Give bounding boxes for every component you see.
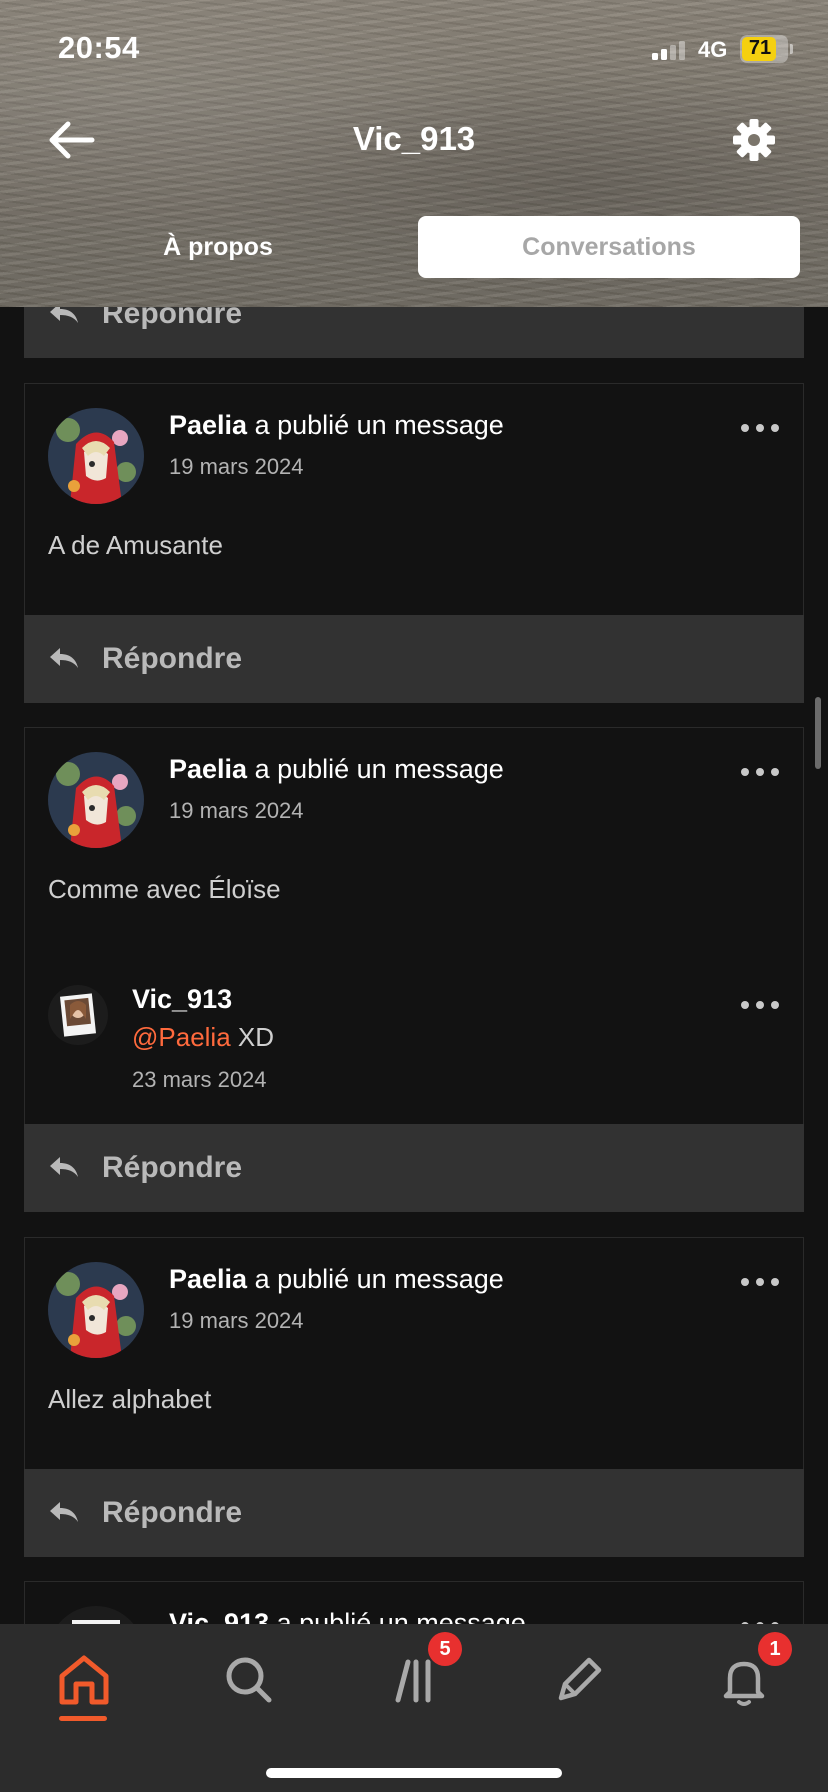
post-body: A de Amusante: [48, 530, 223, 560]
reply-button[interactable]: Répondre: [24, 615, 804, 703]
mention-link[interactable]: @Paelia: [132, 1022, 231, 1052]
app-root: Répondre Paelia a publié un message 19 m…: [0, 0, 828, 1792]
post-date: 19 mars 2024: [169, 1308, 304, 1333]
post-body: Allez alphabet: [48, 1384, 212, 1414]
reply-avatar[interactable]: [48, 985, 108, 1045]
home-icon[interactable]: [52, 1648, 116, 1712]
post-card: Paelia a publié un message 19 mars 2024 …: [24, 727, 804, 1124]
battery-level: 71: [748, 37, 772, 59]
post-author[interactable]: Paelia: [169, 410, 247, 440]
reply-icon: [50, 648, 78, 668]
tab-conversations[interactable]: Conversations: [418, 216, 800, 278]
avatar[interactable]: [48, 1262, 144, 1358]
avatar[interactable]: [48, 752, 144, 848]
post-author-line: Paelia a publié un message: [169, 1264, 504, 1295]
reply-date: 23 mars 2024: [132, 1067, 267, 1092]
network-label: 4G: [698, 37, 728, 62]
reply-text: XD: [237, 1022, 275, 1052]
home-indicator[interactable]: [266, 1768, 562, 1778]
search-icon[interactable]: [217, 1648, 281, 1712]
library-badge: 5: [428, 1632, 462, 1666]
pencil-icon[interactable]: [547, 1648, 611, 1712]
more-options-button[interactable]: [741, 1278, 781, 1290]
post-author-line: Paelia a publié un message: [169, 754, 504, 785]
reply-label: Répondre: [102, 1496, 243, 1529]
reply-label: Répondre: [102, 1151, 243, 1184]
profile-header: 20:54 4G 71 Vic_913 À propos Conversatio…: [0, 0, 828, 307]
post-card: Paelia a publié un message 19 mars 2024 …: [24, 1237, 804, 1469]
avatar[interactable]: [48, 408, 144, 504]
more-options-button[interactable]: [741, 1001, 781, 1013]
post-date: 19 mars 2024: [169, 798, 304, 823]
signal-icon: [652, 40, 688, 60]
reply-author[interactable]: Vic_913: [132, 984, 232, 1015]
page-title: Vic_913: [352, 120, 476, 157]
post-date: 19 mars 2024: [169, 454, 304, 479]
reply-icon: [50, 1157, 78, 1177]
post-card: Paelia a publié un message 19 mars 2024 …: [24, 383, 804, 615]
bottom-navigation: 5 1: [0, 1624, 828, 1792]
notifications-badge: 1: [758, 1632, 792, 1666]
post-body: Comme avec Éloïse: [48, 874, 281, 904]
battery-icon: 71: [740, 35, 793, 63]
reply-label: Répondre: [102, 642, 243, 675]
post-action: a publié un message: [254, 410, 504, 440]
status-time: 20:54: [58, 30, 140, 65]
post-author-line: Paelia a publié un message: [169, 410, 504, 441]
gear-icon[interactable]: [732, 118, 776, 162]
reply-button[interactable]: Répondre: [24, 1124, 804, 1212]
post-author[interactable]: Paelia: [169, 754, 247, 784]
tab-about[interactable]: À propos: [24, 216, 412, 278]
post-author[interactable]: Paelia: [169, 1264, 247, 1294]
active-tab-indicator: [59, 1716, 107, 1721]
post-action: a publié un message: [254, 1264, 504, 1294]
reply-button[interactable]: Répondre: [24, 1469, 804, 1557]
reply-body: @Paelia XD: [132, 1022, 274, 1053]
scrollbar[interactable]: [815, 697, 821, 769]
post-action: a publié un message: [254, 754, 504, 784]
reply-icon: [50, 1502, 78, 1522]
more-options-button[interactable]: [741, 424, 781, 436]
more-options-button[interactable]: [741, 768, 781, 780]
